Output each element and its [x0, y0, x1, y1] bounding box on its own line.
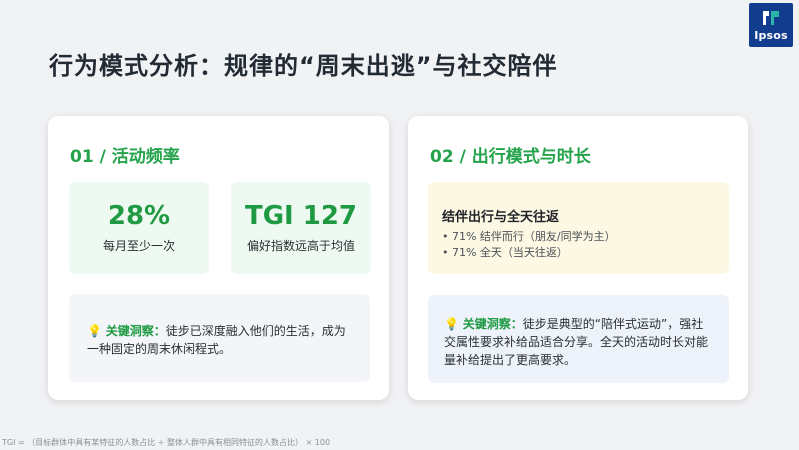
- list-item: • 71% 全天（当天往返）: [442, 246, 568, 259]
- stat-value: 28%: [107, 201, 171, 231]
- stat-tgi: TGI 127 偏好指数远高于均值: [231, 182, 371, 274]
- travel-summary-panel: 结伴出行与全天往返 • 71% 结伴而行（朋友/同学为主） • 71% 全天（当…: [428, 182, 729, 274]
- lightbulb-icon: 💡: [444, 317, 459, 331]
- stat-monthly-frequency: 28% 每月至少一次: [69, 182, 209, 274]
- stat-value: TGI 127: [244, 201, 358, 231]
- key-insight-box: 💡 关键洞察：徒步是典型的“陪伴式运动”，强社交属性要求补给品适合分享。全天的活…: [428, 295, 729, 383]
- card-title: 01 / 活动频率: [70, 147, 180, 167]
- logo-mark-icon: [763, 11, 779, 25]
- stat-label: 每月至少一次: [102, 239, 175, 253]
- travel-mode-card: 02 / 出行模式与时长 结伴出行与全天往返 • 71% 结伴而行（朋友/同学为…: [408, 116, 748, 400]
- insight-label: 关键洞察：: [462, 317, 523, 331]
- ipsos-logo: Ipsos: [749, 3, 793, 47]
- key-insight-box: 💡 关键洞察：徒步已深度融入他们的生活，成为一种固定的周末休闲程式。: [69, 294, 370, 382]
- panel-title: 结伴出行与全天往返: [442, 210, 560, 225]
- list-item: • 71% 结伴而行（朋友/同学为主）: [442, 230, 616, 243]
- lightbulb-icon: 💡: [87, 324, 102, 338]
- tgi-footnote: TGI = （目标群体中具有某特征的人数占比 ÷ 整体人群中具有相同特征的人数占…: [2, 438, 331, 447]
- card-title: 02 / 出行模式与时长: [430, 147, 591, 167]
- activity-frequency-card: 01 / 活动频率 28% 每月至少一次 TGI 127 偏好指数远高于均值 💡…: [48, 116, 389, 400]
- insight-label: 关键洞察：: [105, 324, 166, 338]
- stat-label: 偏好指数远高于均值: [246, 239, 355, 253]
- logo-text: Ipsos: [754, 29, 788, 42]
- page-title: 行为模式分析：规律的“周末出逃”与社交陪伴: [49, 52, 558, 80]
